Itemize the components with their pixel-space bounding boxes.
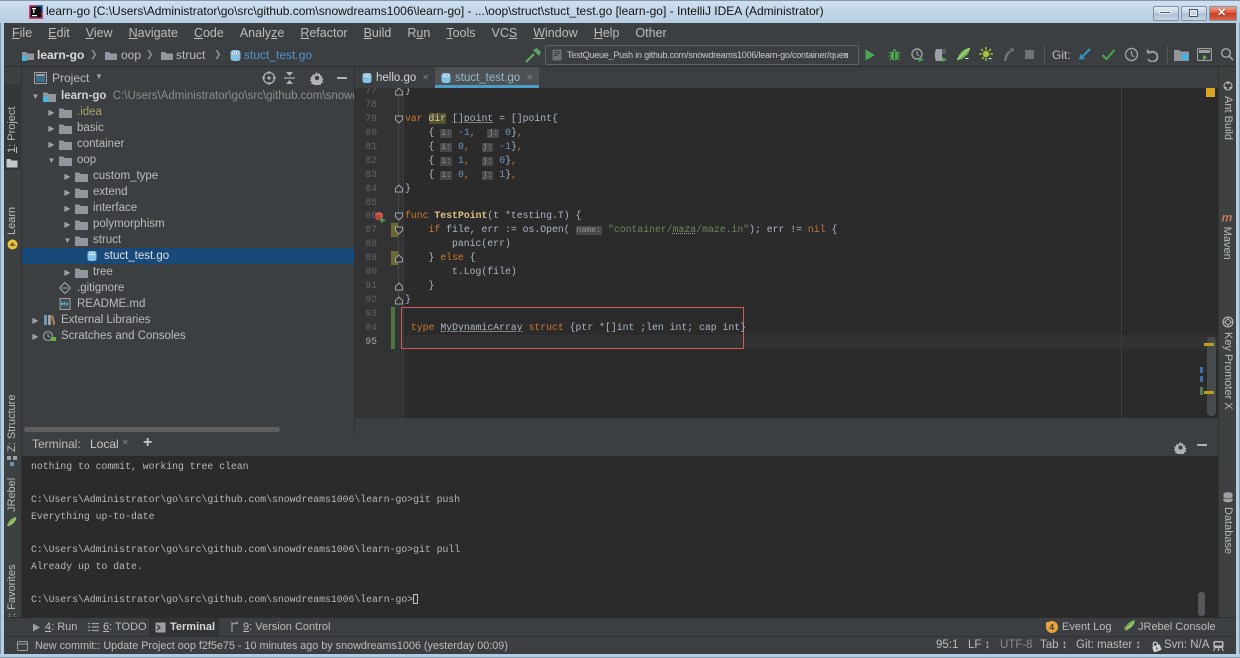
svg-text:4: 4 — [1049, 622, 1054, 632]
